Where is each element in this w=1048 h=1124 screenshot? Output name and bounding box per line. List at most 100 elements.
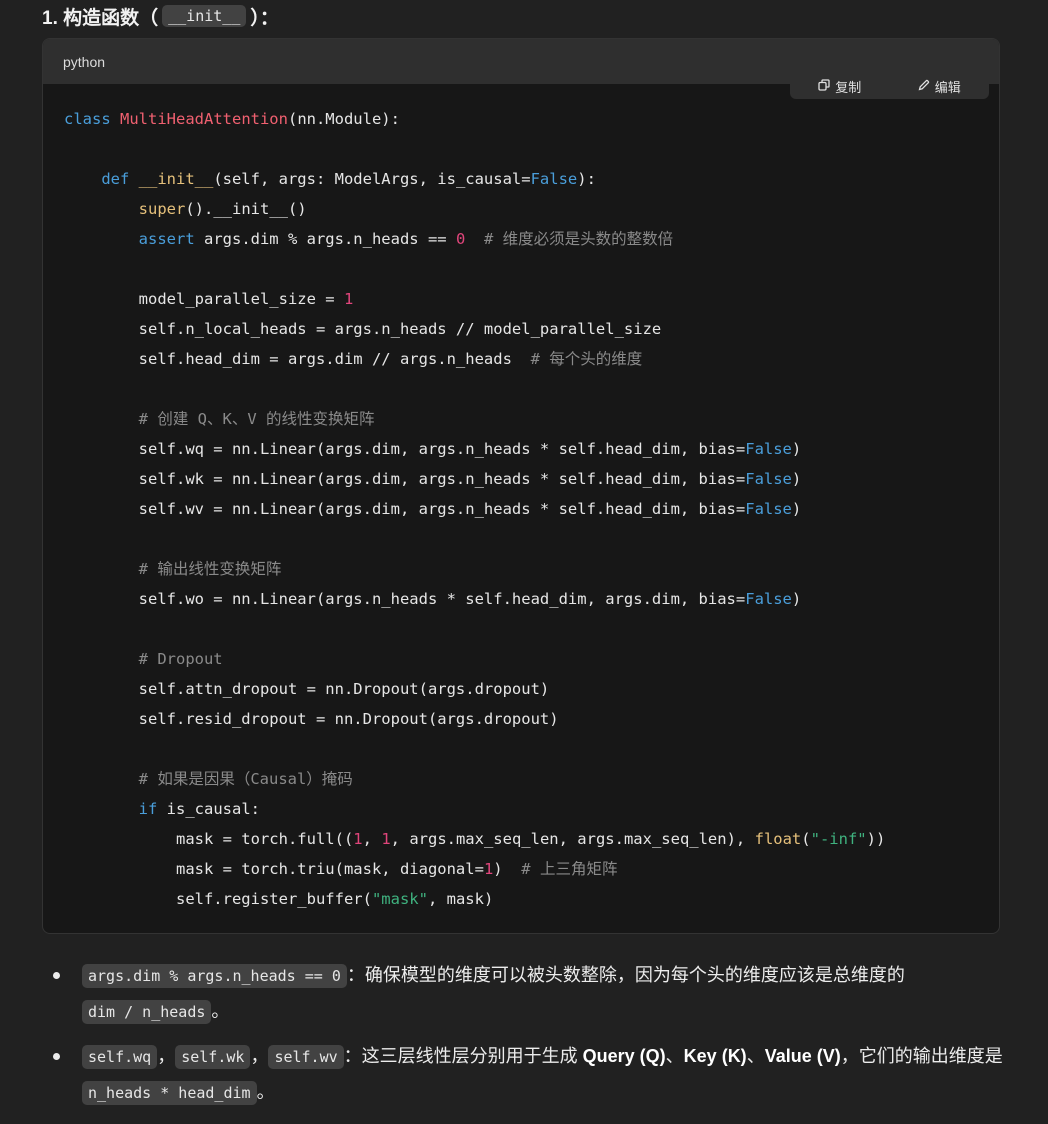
code-token: False bbox=[745, 590, 792, 608]
code-token: __init__ bbox=[138, 170, 214, 188]
code-line: self.wk = nn.Linear(args.dim, args.n_hea… bbox=[64, 470, 802, 488]
code-token: ) bbox=[791, 500, 802, 518]
bullet-text: 。 bbox=[256, 1082, 275, 1102]
code-token: self.wo = nn.Linear(args.n_heads * self.… bbox=[64, 590, 746, 608]
code-line: self.wv = nn.Linear(args.dim, args.n_hea… bbox=[64, 500, 802, 518]
code-token: False bbox=[745, 440, 792, 458]
code-token: False bbox=[745, 500, 792, 518]
code-token: "-inf" bbox=[810, 830, 867, 848]
code-token: self.resid_dropout = nn.Dropout(args.dro… bbox=[64, 710, 559, 728]
code-token: self.head_dim = args.dim // args.n_heads bbox=[64, 350, 531, 368]
pencil-icon bbox=[918, 79, 930, 94]
code-token: MultiHeadAttention bbox=[120, 110, 288, 128]
code-token: (self, args: ModelArgs, is_causal= bbox=[213, 170, 531, 188]
code-token: # 上三角矩阵 bbox=[521, 860, 618, 878]
edit-label: 编辑 bbox=[934, 79, 961, 95]
code-line: self.n_local_heads = args.n_heads // mod… bbox=[64, 320, 662, 338]
heading-inline-code: __init__ bbox=[162, 5, 247, 27]
code-line: self.wq = nn.Linear(args.dim, args.n_hea… bbox=[64, 440, 802, 458]
code-line: mask = torch.full((1, 1, args.max_seq_le… bbox=[64, 830, 885, 848]
code-content: class MultiHeadAttention(nn.Module): def… bbox=[64, 104, 885, 914]
inline-code: self.wq bbox=[82, 1045, 158, 1069]
inline-code: self.wv bbox=[268, 1045, 344, 1069]
code-line: def __init__(self, args: ModelArgs, is_c… bbox=[64, 170, 596, 188]
code-line: self.resid_dropout = nn.Dropout(args.dro… bbox=[64, 710, 559, 728]
code-token: # 如果是因果（Causal）掩码 bbox=[138, 770, 353, 788]
code-token: if bbox=[138, 800, 158, 818]
copy-button[interactable]: 复制 bbox=[818, 77, 861, 96]
code-line: # 如果是因果（Causal）掩码 bbox=[64, 770, 353, 788]
code-token: , mask) bbox=[427, 890, 494, 908]
code-line: self.register_buffer("mask", mask) bbox=[64, 890, 493, 908]
inline-code: self.wk bbox=[175, 1045, 251, 1069]
code-token: ) bbox=[791, 440, 802, 458]
code-token: # 维度必须是头数的整数倍 bbox=[483, 230, 674, 248]
code-token: 0 bbox=[455, 230, 466, 248]
bullet-text: ， bbox=[250, 1046, 269, 1066]
inline-code: dim / n_heads bbox=[82, 1000, 212, 1024]
code-line: assert args.dim % args.n_heads == 0 # 维度… bbox=[64, 230, 673, 248]
code-token: ) bbox=[493, 860, 522, 878]
list-item: args.dim % args.n_heads == 0 ：确保模型的维度可以被头… bbox=[0, 958, 1022, 1030]
code-token: # 创建 Q、K、V 的线性变换矩阵 bbox=[138, 410, 375, 428]
code-token: # Dropout bbox=[138, 650, 223, 668]
code-token: ) bbox=[791, 590, 802, 608]
bullet-text: ：这三层线性层分别用于生成 bbox=[343, 1046, 583, 1066]
heading-suffix: ）： bbox=[250, 7, 279, 29]
bullet-dot bbox=[53, 1053, 60, 1060]
code-token: ().__init__() bbox=[185, 200, 307, 218]
code-token: , bbox=[362, 830, 382, 848]
code-token: ) bbox=[791, 470, 802, 488]
code-language-label: python bbox=[63, 53, 106, 70]
bullet-text: 。 bbox=[211, 1001, 230, 1021]
code-token: self.wv = nn.Linear(args.dim, args.n_hea… bbox=[64, 500, 746, 518]
code-token: )) bbox=[866, 830, 886, 848]
code-line: # 创建 Q、K、V 的线性变换矩阵 bbox=[64, 410, 375, 428]
code-token: mask = torch.full(( bbox=[64, 830, 354, 848]
code-token: self.n_local_heads = args.n_heads // mod… bbox=[64, 320, 662, 338]
code-token: self.register_buffer( bbox=[64, 890, 372, 908]
bullet-text: ，它们的输出维度是 bbox=[840, 1046, 1003, 1066]
code-line: # 输出线性变换矩阵 bbox=[64, 560, 282, 578]
inline-code: args.dim % args.n_heads == 0 bbox=[82, 964, 347, 988]
code-token: , args.max_seq_len, args.max_seq_len), bbox=[390, 830, 755, 848]
code-token: False bbox=[530, 170, 578, 188]
code-token: assert bbox=[138, 230, 195, 248]
code-line: model_parallel_size = 1 bbox=[64, 290, 354, 308]
bold-term: Query (Q) bbox=[582, 1046, 666, 1066]
code-line: if is_causal: bbox=[64, 800, 260, 818]
code-token: # 输出线性变换矩阵 bbox=[138, 560, 282, 578]
bullet-text: 、 bbox=[746, 1046, 765, 1066]
code-token: self.wk = nn.Linear(args.dim, args.n_hea… bbox=[64, 470, 746, 488]
code-token: 1 bbox=[343, 290, 354, 308]
bold-term: Key (K) bbox=[683, 1046, 747, 1066]
code-token: self.wq = nn.Linear(args.dim, args.n_hea… bbox=[64, 440, 746, 458]
code-token: False bbox=[745, 470, 792, 488]
code-token: is_causal: bbox=[157, 800, 260, 818]
code-token: 1 bbox=[353, 830, 363, 848]
code-actions: 复制 编辑 bbox=[790, 73, 989, 99]
copy-icon bbox=[818, 78, 830, 94]
code-token: args.dim % args.n_heads == bbox=[194, 230, 456, 248]
code-token: (nn.Module): bbox=[287, 110, 400, 128]
code-token: super bbox=[138, 200, 186, 218]
code-token: class bbox=[64, 110, 120, 128]
code-token: float bbox=[754, 830, 802, 848]
bullet-text: ：确保模型的维度可以被头数整除，因为每个头的维度应该是总维度的 bbox=[346, 965, 905, 985]
edit-button[interactable]: 编辑 bbox=[918, 77, 961, 96]
code-token: ): bbox=[577, 170, 596, 188]
code-token: 1 bbox=[381, 830, 391, 848]
code-token: # 每个头的维度 bbox=[530, 350, 643, 368]
bold-term: Value (V) bbox=[764, 1046, 841, 1066]
code-line: self.attn_dropout = nn.Dropout(args.drop… bbox=[64, 680, 550, 698]
code-block: python 复制 编辑 class MultiHeadAttention(nn… bbox=[42, 38, 1000, 934]
code-token: model_parallel_size = bbox=[64, 290, 344, 308]
code-line: self.wo = nn.Linear(args.n_heads * self.… bbox=[64, 590, 802, 608]
inline-code: n_heads * head_dim bbox=[82, 1081, 257, 1105]
code-token: ( bbox=[801, 830, 811, 848]
